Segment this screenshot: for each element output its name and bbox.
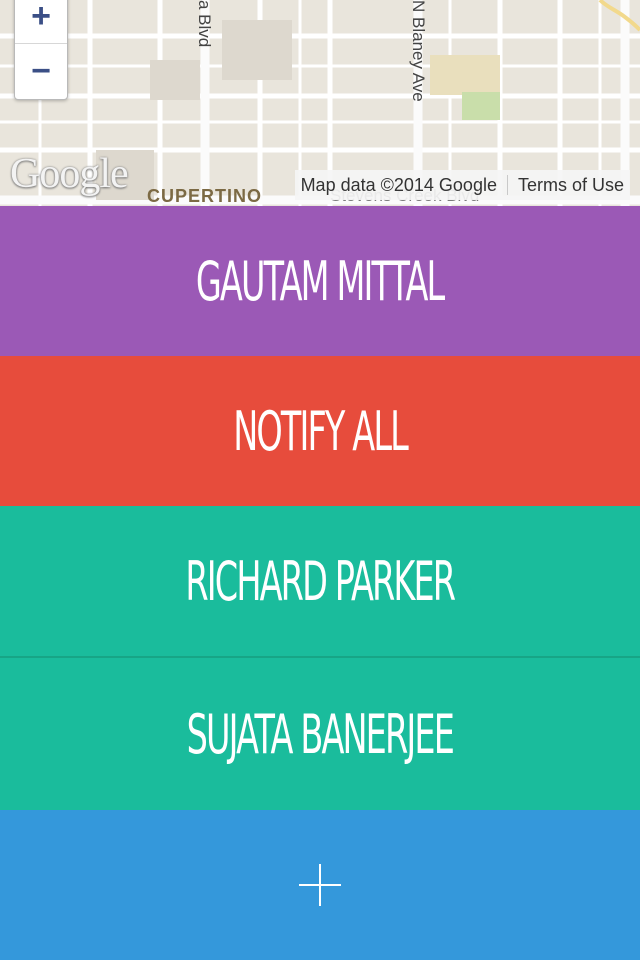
map-view[interactable]: a Blvd N Blaney Ave Stevens Creek Blvd C… xyxy=(0,0,640,206)
zoom-in-button[interactable]: + xyxy=(15,0,67,43)
notify-all-button[interactable]: NOTIFY ALL xyxy=(0,356,640,506)
terms-link[interactable]: Terms of Use xyxy=(518,175,624,196)
primary-contact-label: GAUTAM MITTAL xyxy=(196,249,445,313)
zoom-in-label: + xyxy=(31,0,51,35)
zoom-out-label: − xyxy=(31,51,51,90)
google-logo: Google xyxy=(10,151,129,197)
zoom-control: + − xyxy=(14,0,68,100)
contact-item[interactable]: SUJATA BANERJEE xyxy=(0,658,640,810)
road-label-blvd: a Blvd xyxy=(195,0,214,48)
contact-item-label: RICHARD PARKER xyxy=(185,549,457,613)
primary-contact-button[interactable]: GAUTAM MITTAL xyxy=(0,206,640,356)
zoom-out-button[interactable]: − xyxy=(15,43,67,98)
contact-item-label: SUJATA BANERJEE xyxy=(186,702,455,766)
notify-all-label: NOTIFY ALL xyxy=(233,399,409,463)
app: a Blvd N Blaney Ave Stevens Creek Blvd C… xyxy=(0,0,640,960)
place-label-cupertino: CUPERTINO xyxy=(147,186,263,206)
road-label-blaney: N Blaney Ave xyxy=(409,0,428,102)
attribution-divider xyxy=(506,175,508,195)
add-contact-button[interactable] xyxy=(0,810,640,960)
attribution-text: Map data ©2014 Google xyxy=(300,174,497,195)
map-attribution: Map data ©2014 Google Terms of Use xyxy=(294,170,630,200)
plus-icon xyxy=(299,864,341,906)
contact-item[interactable]: RICHARD PARKER xyxy=(0,506,640,658)
